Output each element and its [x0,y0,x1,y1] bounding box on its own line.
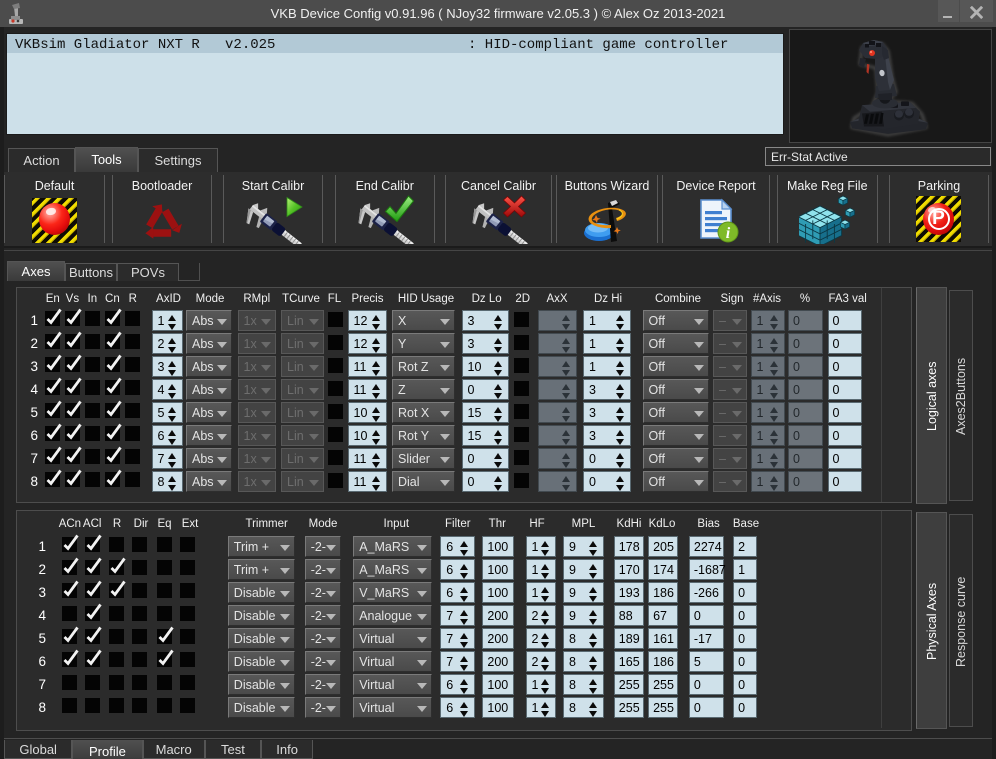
svg-text:i: i [726,225,731,242]
